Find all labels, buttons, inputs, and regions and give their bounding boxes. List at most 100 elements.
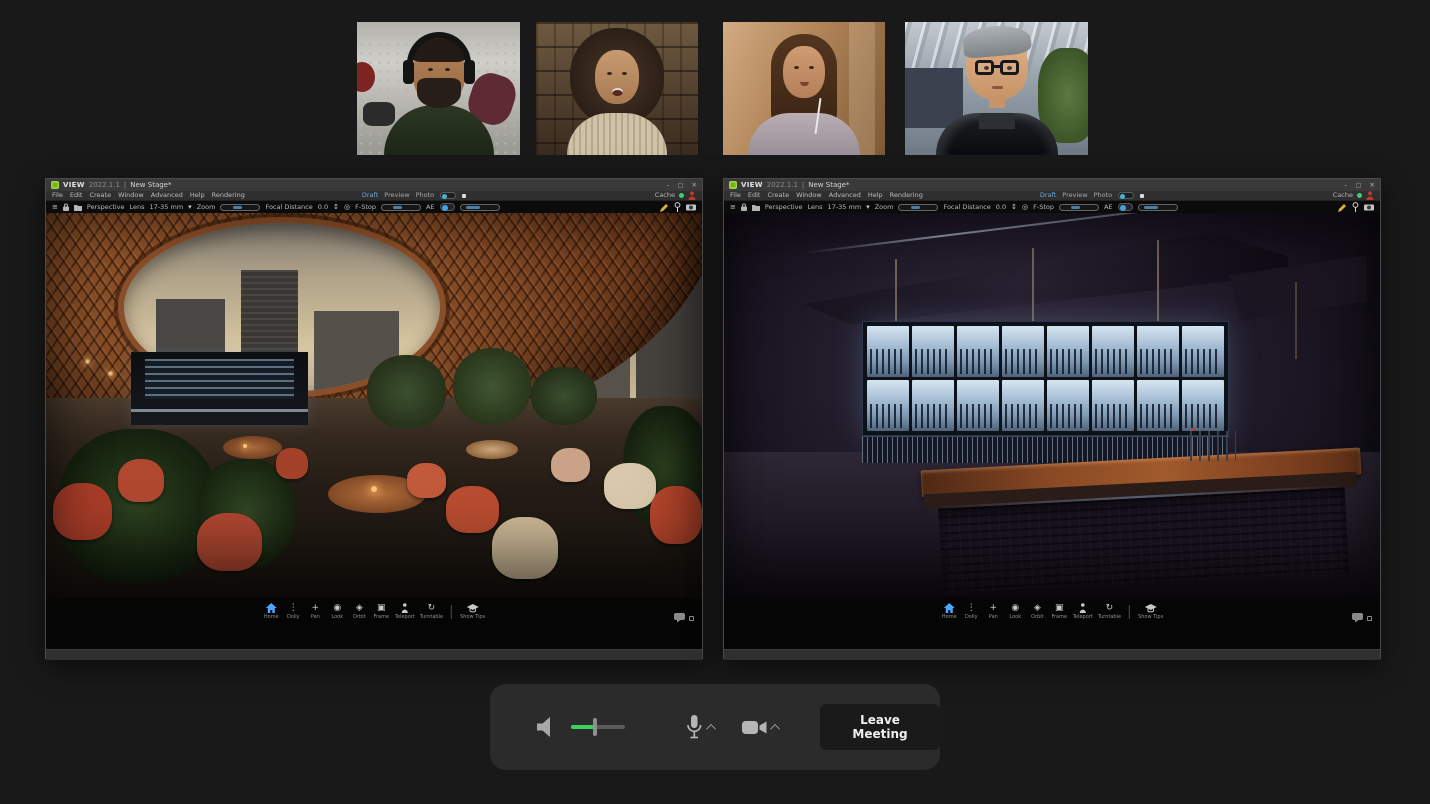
- viewport-render-restaurant[interactable]: [46, 213, 702, 598]
- participant-video-4[interactable]: [905, 22, 1088, 155]
- zoom-slider[interactable]: [898, 204, 938, 211]
- menu-edit[interactable]: Edit: [748, 191, 761, 200]
- nav-home[interactable]: Home: [941, 603, 958, 620]
- nav-frame[interactable]: ▣ Frame: [1051, 603, 1068, 620]
- focal-target-icon[interactable]: ◎: [1022, 201, 1028, 214]
- nav-turntable[interactable]: ↻ Turntable: [420, 603, 443, 620]
- auto-exposure-toggle[interactable]: [1118, 203, 1133, 211]
- layout-toggle-icon[interactable]: [1367, 616, 1372, 621]
- nav-turntable[interactable]: ↻ Turntable: [1098, 603, 1121, 620]
- lens-dropdown-icon[interactable]: ▾: [188, 201, 192, 214]
- tab-preview[interactable]: Preview: [384, 191, 409, 200]
- menu-window[interactable]: Window: [796, 191, 822, 200]
- camera-icon[interactable]: [1364, 203, 1374, 211]
- speaker-icon[interactable]: [536, 716, 562, 738]
- menu-create[interactable]: Create: [767, 191, 789, 200]
- pencil-icon[interactable]: [660, 203, 669, 212]
- nav-home[interactable]: Home: [263, 603, 280, 620]
- nav-orbit[interactable]: ◈ Orbit: [1029, 603, 1046, 620]
- tab-photo[interactable]: Photo: [1094, 191, 1113, 200]
- waypoint-pin-icon[interactable]: [674, 202, 681, 212]
- menu-help[interactable]: Help: [868, 191, 883, 200]
- tab-draft[interactable]: Draft: [1040, 191, 1056, 200]
- video-camera-icon[interactable]: [742, 719, 767, 736]
- nav-teleport[interactable]: Teleport: [1073, 603, 1093, 620]
- menu-rendering[interactable]: Rendering: [890, 191, 923, 200]
- close-button[interactable]: ✕: [692, 179, 697, 191]
- minimize-button[interactable]: –: [666, 179, 669, 191]
- glasses-icon: [975, 60, 994, 75]
- tab-photo[interactable]: Photo: [416, 191, 435, 200]
- maximize-button[interactable]: ▢: [1355, 179, 1361, 191]
- nav-look[interactable]: ◉ Look: [1007, 603, 1024, 620]
- camera-mode-label[interactable]: Perspective: [765, 203, 803, 211]
- lock-icon[interactable]: [741, 203, 747, 211]
- menu-file[interactable]: File: [730, 191, 741, 200]
- viewport-menu-icon[interactable]: ≡: [730, 201, 736, 214]
- focal-spinner-icon[interactable]: ↕: [1011, 201, 1017, 214]
- auto-exposure-toggle[interactable]: [440, 203, 455, 211]
- title-bar[interactable]: VIEW 2022.1.1 | New Stage* – ▢ ✕: [724, 179, 1380, 191]
- participant-video-1[interactable]: [357, 22, 520, 155]
- nav-teleport[interactable]: Teleport: [395, 603, 415, 620]
- minimize-button[interactable]: –: [1344, 179, 1347, 191]
- viewport-render-bar[interactable]: [724, 213, 1380, 598]
- nav-dolly[interactable]: ⋮ Dolly: [285, 603, 302, 620]
- participant-video-3[interactable]: [723, 22, 885, 155]
- menu-rendering[interactable]: Rendering: [212, 191, 245, 200]
- camera-icon[interactable]: [686, 203, 696, 211]
- participant-shoulders: [748, 113, 860, 155]
- focal-target-icon[interactable]: ◎: [344, 201, 350, 214]
- lens-value[interactable]: 17-35 mm: [828, 203, 862, 211]
- close-button[interactable]: ✕: [1370, 179, 1375, 191]
- menu-help[interactable]: Help: [190, 191, 205, 200]
- chat-bubble-icon[interactable]: [1352, 613, 1364, 623]
- nav-frame[interactable]: ▣ Frame: [373, 603, 390, 620]
- menu-window[interactable]: Window: [118, 191, 144, 200]
- folder-icon[interactable]: [74, 204, 82, 211]
- tab-preview[interactable]: Preview: [1062, 191, 1087, 200]
- nav-show-tips[interactable]: Show Tips: [1138, 603, 1163, 620]
- layout-toggle-icon[interactable]: [689, 616, 694, 621]
- leave-meeting-button[interactable]: Leave Meeting: [820, 704, 940, 750]
- folder-icon[interactable]: [752, 204, 760, 211]
- render-mode-toggle[interactable]: [1118, 192, 1134, 199]
- chat-bubble-icon[interactable]: [674, 613, 686, 623]
- nav-pan[interactable]: + Pan: [985, 603, 1002, 620]
- microphone-icon[interactable]: [685, 714, 703, 740]
- lens-dropdown-icon[interactable]: ▾: [866, 201, 870, 214]
- nav-orbit[interactable]: ◈ Orbit: [351, 603, 368, 620]
- exposure-slider[interactable]: [460, 204, 500, 211]
- volume-slider[interactable]: [571, 718, 625, 736]
- volume-handle[interactable]: [593, 718, 597, 736]
- nav-pan[interactable]: + Pan: [307, 603, 324, 620]
- camera-options-chevron[interactable]: [770, 723, 780, 733]
- mic-options-chevron[interactable]: [706, 723, 716, 733]
- menu-file[interactable]: File: [52, 191, 63, 200]
- camera-mode-label[interactable]: Perspective: [87, 203, 125, 211]
- title-bar[interactable]: VIEW 2022.1.1 | New Stage* – ▢ ✕: [46, 179, 702, 191]
- focal-spinner-icon[interactable]: ↕: [333, 201, 339, 214]
- zoom-slider[interactable]: [220, 204, 260, 211]
- render-mode-toggle[interactable]: [440, 192, 456, 199]
- waypoint-pin-icon[interactable]: [1352, 202, 1359, 212]
- lens-value[interactable]: 17-35 mm: [150, 203, 184, 211]
- menu-edit[interactable]: Edit: [70, 191, 83, 200]
- maximize-button[interactable]: ▢: [677, 179, 683, 191]
- menu-advanced[interactable]: Advanced: [151, 191, 183, 200]
- lock-icon[interactable]: [63, 203, 69, 211]
- pencil-icon[interactable]: [1338, 203, 1347, 212]
- nav-show-tips[interactable]: Show Tips: [460, 603, 485, 620]
- focal-distance-value[interactable]: 0.0: [996, 203, 1006, 211]
- menu-create[interactable]: Create: [89, 191, 111, 200]
- viewport-menu-icon[interactable]: ≡: [52, 201, 58, 214]
- focal-distance-value[interactable]: 0.0: [318, 203, 328, 211]
- fstop-slider[interactable]: [1059, 204, 1099, 211]
- participant-video-2[interactable]: [536, 22, 698, 155]
- nav-dolly[interactable]: ⋮ Dolly: [963, 603, 980, 620]
- fstop-slider[interactable]: [381, 204, 421, 211]
- exposure-slider[interactable]: [1138, 204, 1178, 211]
- tab-draft[interactable]: Draft: [362, 191, 378, 200]
- nav-look[interactable]: ◉ Look: [329, 603, 346, 620]
- menu-advanced[interactable]: Advanced: [829, 191, 861, 200]
